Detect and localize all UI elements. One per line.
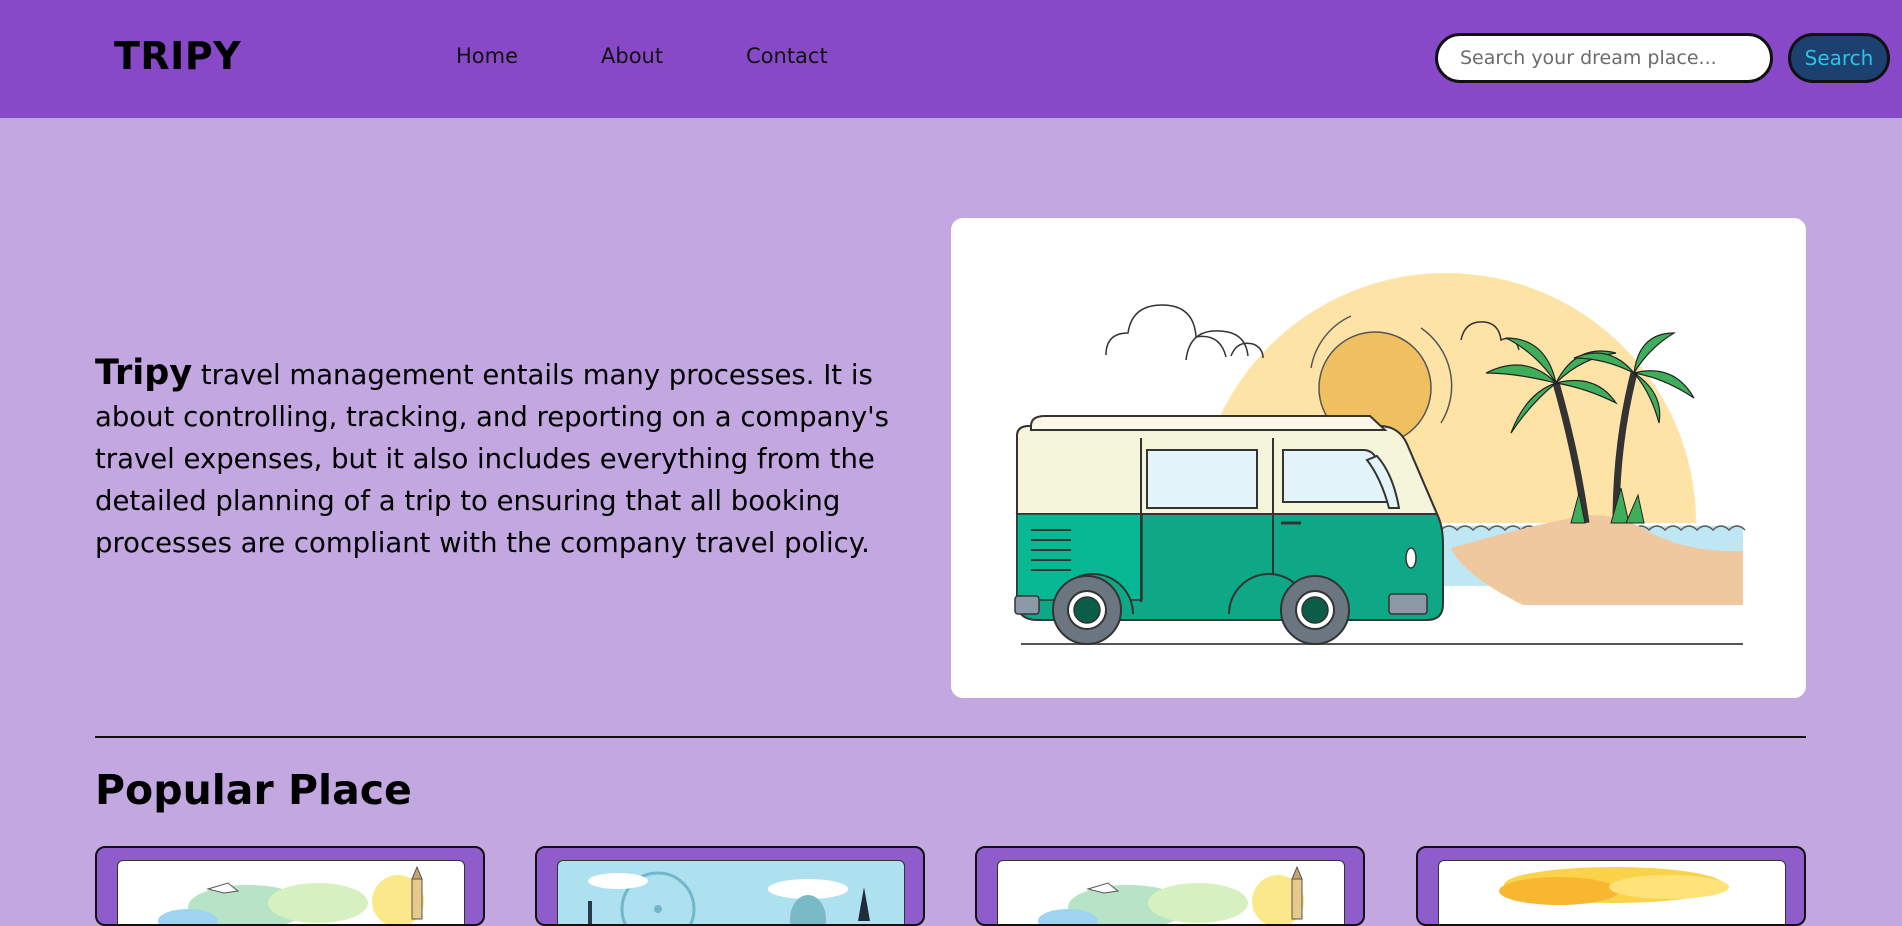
hero-body-text: travel management entails many processes… (95, 359, 890, 559)
camper-van-beach-illustration (1014, 273, 1746, 645)
brand-logo[interactable]: TRIPY (114, 34, 241, 78)
place-card[interactable] (95, 846, 485, 926)
hero-brand-word: Tripy (95, 353, 193, 393)
section-divider (95, 736, 1806, 738)
ferris-wheel-mosque-illustration (557, 860, 905, 924)
city-landmark-illustration (997, 860, 1345, 924)
nav-about[interactable]: About (601, 44, 663, 68)
hero-description: Tripy travel management entails many pro… (95, 352, 925, 564)
place-card[interactable] (535, 846, 925, 926)
hero-illustration-card (951, 218, 1806, 698)
nav-contact[interactable]: Contact (746, 44, 828, 68)
nav-home[interactable]: Home (456, 44, 518, 68)
popular-place-title: Popular Place (95, 766, 412, 814)
place-card[interactable] (1416, 846, 1806, 926)
sunny-clouds-illustration (1438, 860, 1786, 924)
navbar: TRIPY Home About Contact Search (0, 0, 1902, 118)
search-input[interactable] (1435, 33, 1773, 83)
city-landmark-illustration (117, 860, 465, 924)
place-card[interactable] (975, 846, 1365, 926)
search-button[interactable]: Search (1788, 33, 1890, 83)
